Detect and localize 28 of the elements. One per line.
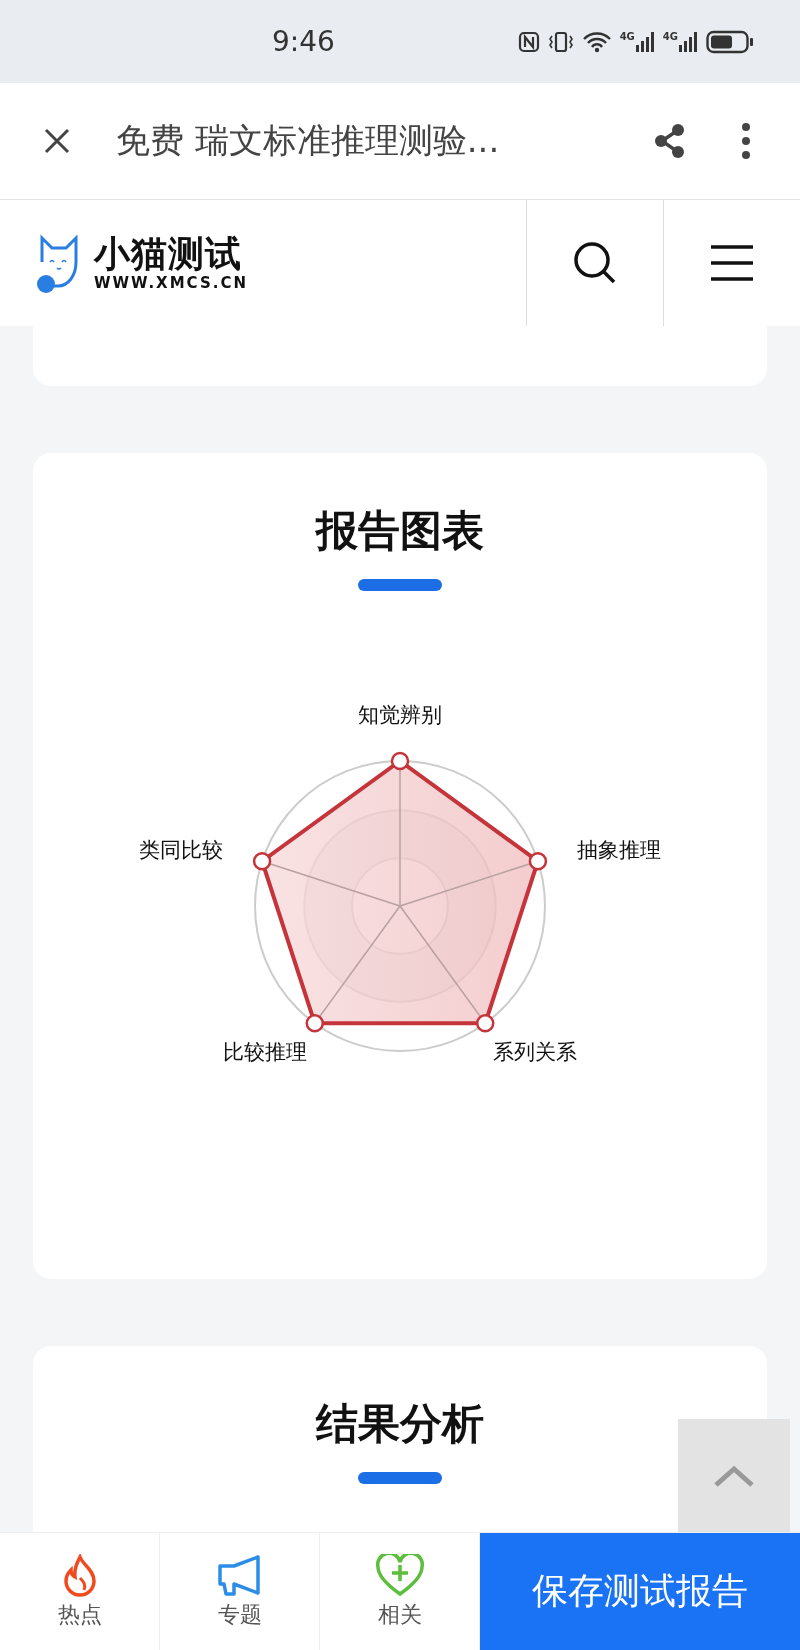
close-button[interactable] — [42, 126, 72, 156]
axis-label: 系列关系 — [493, 1039, 578, 1067]
more-icon — [740, 121, 752, 161]
axis-label: 抽象推理 — [576, 837, 661, 865]
more-button[interactable] — [740, 121, 752, 161]
section-title: 结果分析 — [316, 1398, 484, 1450]
page-title: 免费 瑞文标准推理测验... — [116, 119, 501, 162]
signal-icon — [678, 30, 698, 53]
close-icon — [42, 126, 72, 156]
search-icon — [572, 240, 618, 286]
network-type: 4G — [662, 30, 678, 43]
axis-label: 比较推理 — [222, 1039, 307, 1067]
signal-icon — [634, 30, 655, 53]
status-time: 9:46 — [272, 25, 335, 58]
logo-name: 小猫测试 — [94, 234, 243, 274]
network-type: 4G — [619, 30, 635, 43]
menu-icon — [709, 243, 755, 283]
nfc-icon — [517, 30, 540, 53]
section-title: 报告图表 — [316, 505, 484, 557]
battery-icon — [706, 29, 754, 54]
chevron-up-icon — [713, 1464, 755, 1488]
wifi-icon — [581, 30, 612, 53]
logo-url: WWW.XMCS.CN — [94, 274, 248, 292]
axis-label: 类同比较 — [139, 837, 224, 865]
vibrate-icon — [547, 30, 574, 53]
heart-plus-icon — [374, 1553, 425, 1598]
axis-label: 知觉辨别 — [358, 702, 442, 729]
save-report-button[interactable]: 保存测试报告 — [480, 1533, 800, 1650]
